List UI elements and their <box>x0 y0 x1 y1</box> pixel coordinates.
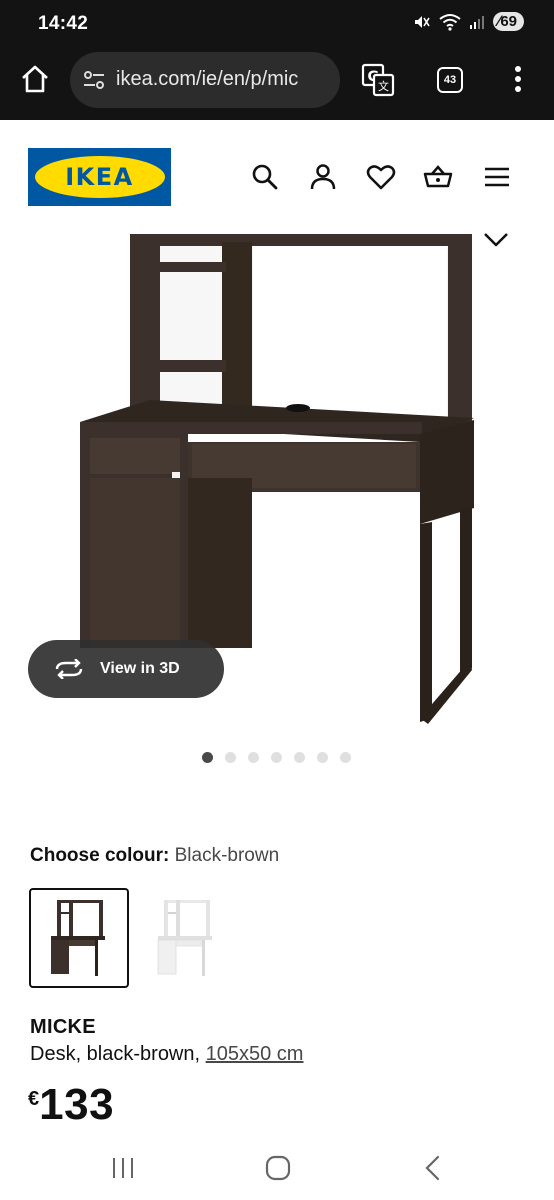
account-icon[interactable] <box>308 162 338 192</box>
tabs-icon[interactable]: 43 <box>437 67 463 93</box>
save-favourite-icon[interactable] <box>481 228 511 254</box>
mute-icon <box>414 15 430 28</box>
signal-icon <box>469 15 484 29</box>
carousel-dot[interactable] <box>271 752 282 763</box>
colour-swatch-white[interactable] <box>136 888 236 988</box>
status-time: 14:42 <box>38 13 89 34</box>
view-in-3d-label: View in 3D <box>100 660 180 677</box>
search-icon[interactable] <box>250 162 280 192</box>
carousel-dot[interactable] <box>294 752 305 763</box>
ikea-logo[interactable]: IKEA <box>28 148 171 206</box>
basket-icon[interactable] <box>423 162 453 192</box>
rotate-icon <box>55 659 83 679</box>
colour-label-value: Black-brown <box>174 845 280 866</box>
logo-oval: IKEA <box>34 156 165 198</box>
product-dimensions-link[interactable]: 105x50 cm <box>206 1043 304 1065</box>
browser-toolbar: ikea.com/ie/en/p/mic G 文 43 <box>0 46 554 120</box>
battery-indicator: ∕69 <box>492 12 524 31</box>
url-text: ikea.com/ie/en/p/mic <box>116 68 299 90</box>
system-nav-bar <box>0 1136 554 1200</box>
tune-icon[interactable] <box>82 70 106 90</box>
status-icons: ∕69 <box>413 12 524 31</box>
home-nav-icon[interactable] <box>263 1154 293 1182</box>
svg-text:文: 文 <box>378 79 389 93</box>
battery-level: 69 <box>500 13 517 30</box>
price-currency: € <box>28 1088 40 1110</box>
product-description-text: Desk, black-brown, <box>30 1043 206 1065</box>
carousel-dot[interactable] <box>248 752 259 763</box>
colour-swatch-black-brown[interactable] <box>29 888 129 988</box>
colour-label-key: Choose colour: <box>30 845 170 866</box>
carousel-pagination <box>0 752 554 763</box>
price-amount: 133 <box>39 1080 115 1129</box>
more-vert-icon[interactable] <box>508 64 528 94</box>
product-image-carousel[interactable]: View in 3D <box>0 228 554 738</box>
carousel-dot[interactable] <box>340 752 351 763</box>
carousel-dot[interactable] <box>225 752 236 763</box>
view-in-3d-button[interactable]: View in 3D <box>28 640 224 698</box>
translate-icon[interactable]: G 文 <box>360 62 396 98</box>
colour-chooser-label: Choose colour: Black-brown <box>30 845 279 867</box>
site-header: IKEA <box>0 120 554 228</box>
white-desk-thumbnail <box>157 900 212 976</box>
heart-icon[interactable] <box>366 162 396 192</box>
wifi-icon <box>439 13 461 31</box>
back-icon[interactable] <box>418 1154 448 1182</box>
carousel-dot[interactable] <box>202 752 213 763</box>
product-price: € 133 <box>28 1080 114 1130</box>
product-description: Desk, black-brown, 105x50 cm <box>30 1043 303 1066</box>
home-icon[interactable] <box>18 62 52 96</box>
hamburger-icon[interactable] <box>482 162 512 192</box>
recents-icon[interactable] <box>108 1154 138 1182</box>
product-name: MICKE <box>30 1016 96 1038</box>
status-bar: 14:42 ∕69 <box>0 0 554 46</box>
black-brown-desk-thumbnail <box>51 900 105 976</box>
logo-text: IKEA <box>65 163 134 191</box>
address-bar[interactable]: ikea.com/ie/en/p/mic <box>70 52 340 108</box>
carousel-dot[interactable] <box>317 752 328 763</box>
